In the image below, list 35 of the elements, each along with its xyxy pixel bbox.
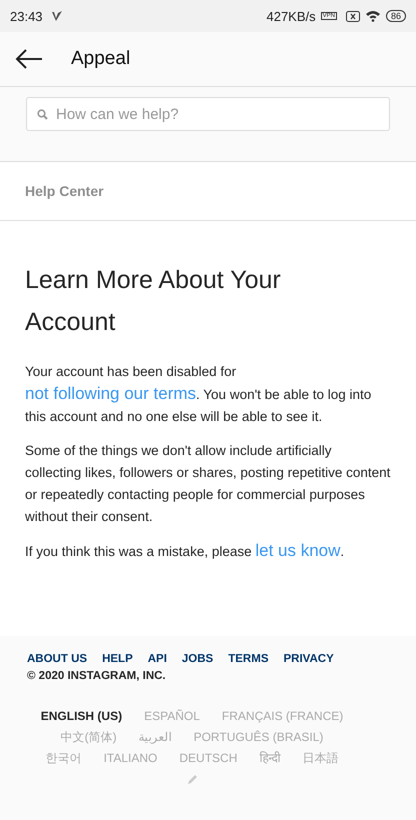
battery-level: 86 (386, 10, 406, 22)
article-title: Learn More About Your Account (25, 265, 282, 338)
search-field[interactable]: How can we help? (26, 97, 390, 131)
language-link[interactable]: ITALIANO (104, 748, 158, 769)
status-time: 23:43 (10, 8, 43, 24)
language-link[interactable]: ENGLISH (US) (40, 706, 122, 727)
paragraph: Some of the things we don't allow include artificially collecting likes, followers or shares, posting repetitive content or repeatedly contacting people for commercial purposes without their consent. (25, 442, 391, 526)
language-link[interactable]: हिन्दी (259, 748, 280, 769)
footer-link[interactable]: TERMS (228, 653, 268, 665)
search-icon (37, 109, 48, 120)
page-title: Appeal (71, 48, 130, 70)
back-arrow-icon[interactable] (15, 49, 43, 69)
copyright: © 2020 INSTAGRAM, INC. (27, 670, 167, 682)
language-link[interactable]: PORTUGUÊS (BRASIL) (194, 727, 324, 748)
language-link[interactable]: 中文(简体) (60, 727, 117, 748)
language-link[interactable]: FRANÇAIS (FRANCE) (222, 706, 344, 727)
footer-link[interactable]: PRIVACY (283, 653, 334, 665)
language-link[interactable]: 한국어 (46, 748, 82, 769)
paragraph: Your account has been disabled for not following our terms. You won't be able to log into this account and no one else will be able to see it. (25, 363, 372, 426)
section-label[interactable]: Help Center (25, 183, 104, 199)
network-speed: 427KB/s (266, 8, 316, 24)
footer-link[interactable]: API (148, 653, 167, 665)
v-logo-icon (50, 10, 63, 22)
text-link[interactable]: not following our terms (25, 384, 196, 403)
paragraph: If you think this was a mistake, please let us know. (25, 540, 346, 562)
language-link[interactable]: DEUTSCH (179, 748, 238, 769)
wifi-icon (364, 10, 381, 22)
sim-off-icon (346, 10, 360, 22)
footer-link[interactable]: HELP (102, 653, 133, 665)
language-link[interactable]: ESPAÑOL (144, 706, 200, 727)
footer-link[interactable]: ABOUT US (27, 653, 88, 665)
text-link[interactable]: let us know (255, 541, 340, 560)
language-link[interactable]: العربية (138, 727, 172, 748)
footer-link[interactable]: JOBS (182, 653, 214, 665)
language-link[interactable]: 日本語 (302, 748, 338, 769)
